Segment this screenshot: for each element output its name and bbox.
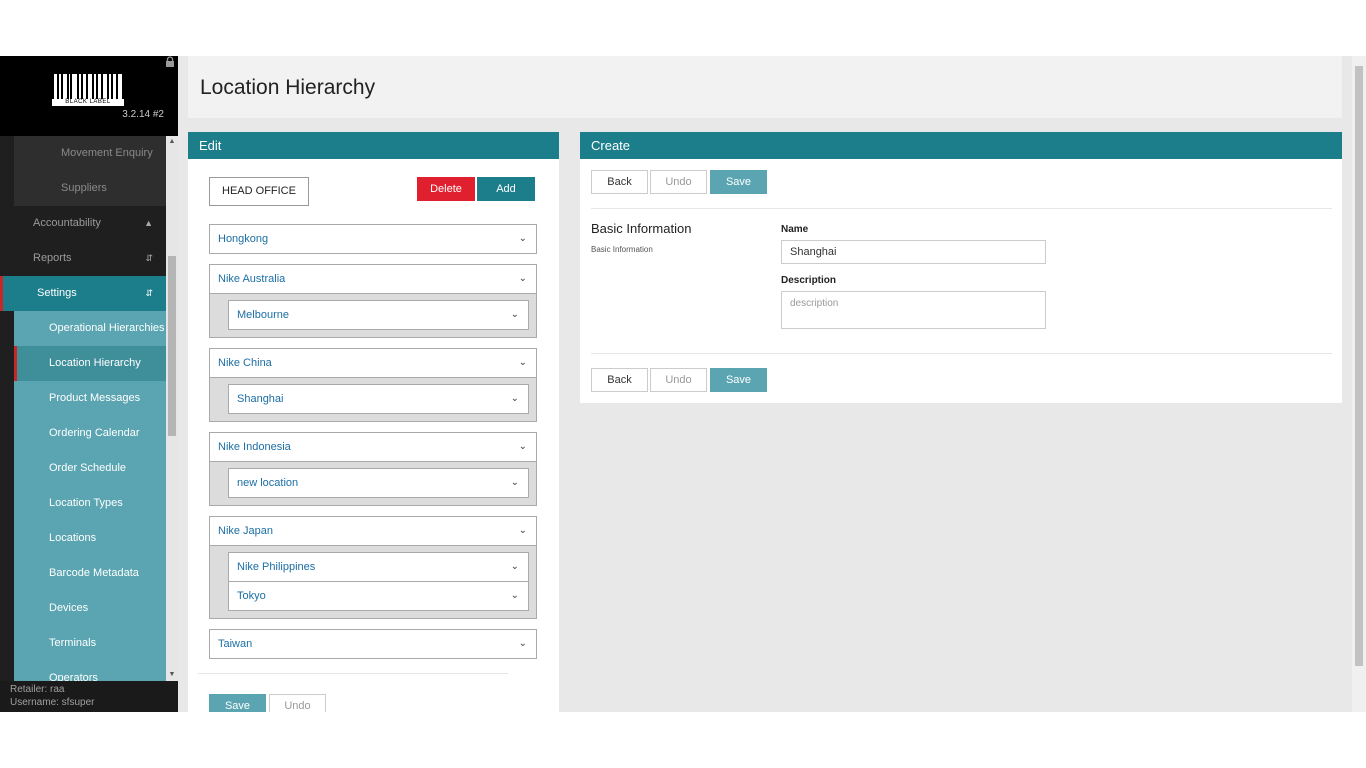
chevron-down-icon: ⌄	[518, 638, 527, 649]
main-content: Location Hierarchy Edit HEAD OFFICE Dele…	[178, 56, 1352, 712]
sidebar-item-barcode-metadata[interactable]: Barcode Metadata	[14, 556, 166, 591]
edit-undo-button[interactable]: Undo	[269, 694, 326, 712]
retailer-label: Retailer: raa	[10, 684, 65, 695]
node-label: Nike China	[218, 357, 272, 369]
node-nike-indonesia[interactable]: Nike Indonesia ⌄	[209, 432, 537, 462]
sidebar-item-ordering-calendar[interactable]: Ordering Calendar	[14, 416, 166, 451]
expand-collapse-icon: ⇵	[145, 288, 153, 298]
section-subtitle: Basic Information	[591, 245, 653, 254]
sidebar-item-accountability[interactable]: Accountability ▲	[0, 206, 166, 241]
node-label: Nike Indonesia	[218, 441, 291, 453]
expand-collapse-icon: ▲	[144, 218, 153, 228]
node-label: Hongkong	[218, 233, 269, 245]
node-nike-philippines[interactable]: Nike Philippines ⌄	[228, 552, 529, 582]
node-hongkong[interactable]: Hongkong ⌄	[209, 224, 537, 254]
sidebar-item-operators[interactable]: Operators	[14, 661, 166, 681]
sidebar: BLACK LABEL 3.2.14 #2 Movement Enquiry S…	[0, 56, 178, 712]
node-label: Nike Japan	[218, 525, 274, 537]
sidebar-item-label: Settings	[37, 287, 77, 299]
sidebar-item-devices[interactable]: Devices	[14, 591, 166, 626]
sidebar-item-locations[interactable]: Locations	[14, 521, 166, 556]
scroll-down-icon[interactable]: ▼	[166, 669, 178, 681]
chevron-down-icon: ⌄	[518, 357, 527, 368]
app-version: 3.2.14 #2	[122, 109, 164, 120]
description-field[interactable]: description	[781, 291, 1046, 329]
sidebar-scrollbar[interactable]: ▲ ▼	[166, 136, 178, 681]
edit-save-button[interactable]: Save	[209, 694, 266, 712]
chevron-down-icon: ⌄	[518, 525, 527, 536]
node-label: Taiwan	[218, 638, 253, 650]
back-button-bottom[interactable]: Back	[591, 368, 648, 392]
node-label: Nike Australia	[218, 273, 286, 285]
section-title: Basic Information	[591, 221, 692, 236]
chevron-down-icon: ⌄	[510, 477, 519, 488]
create-panel-header: Create	[580, 132, 1342, 159]
page-scrollbar[interactable]	[1352, 56, 1366, 712]
delete-button[interactable]: Delete	[417, 177, 475, 201]
sidebar-item-suppliers[interactable]: Suppliers	[14, 171, 166, 206]
sidebar-item-location-types[interactable]: Location Types	[14, 486, 166, 521]
sidebar-item-product-messages[interactable]: Product Messages	[14, 381, 166, 416]
app-window: BLACK LABEL 3.2.14 #2 Movement Enquiry S…	[0, 56, 1366, 712]
scrollbar-thumb[interactable]	[168, 256, 176, 436]
sidebar-nav: Movement Enquiry Suppliers Accountabilit…	[0, 136, 166, 681]
chevron-down-icon: ⌄	[510, 309, 519, 320]
page-header: Location Hierarchy	[188, 56, 1342, 118]
name-field[interactable]	[781, 240, 1046, 264]
sidebar-item-label: Accountability	[33, 217, 101, 229]
node-melbourne[interactable]: Melbourne ⌄	[228, 300, 529, 330]
sidebar-item-order-schedule[interactable]: Order Schedule	[14, 451, 166, 486]
logo-area: BLACK LABEL 3.2.14 #2	[0, 56, 178, 136]
save-button[interactable]: Save	[710, 170, 767, 194]
node-label: new location	[237, 477, 299, 489]
node-label: Shanghai	[237, 393, 284, 405]
node-shanghai[interactable]: Shanghai ⌄	[228, 384, 529, 414]
chevron-down-icon: ⌄	[510, 561, 519, 572]
description-label: Description	[781, 275, 837, 286]
sidebar-item-operational-hierarchies[interactable]: Operational Hierarchies	[14, 311, 166, 346]
chevron-down-icon: ⌄	[518, 273, 527, 284]
back-button[interactable]: Back	[591, 170, 648, 194]
username-label: Username: sfsuper	[10, 697, 95, 708]
chevron-down-icon: ⌄	[518, 441, 527, 452]
node-tokyo[interactable]: Tokyo ⌄	[228, 581, 529, 611]
node-label: Tokyo	[237, 590, 266, 602]
node-nike-china[interactable]: Nike China ⌄	[209, 348, 537, 378]
expand-collapse-icon: ⇵	[145, 253, 153, 263]
node-nike-japan[interactable]: Nike Japan ⌄	[209, 516, 537, 546]
logo-text: BLACK LABEL	[52, 99, 124, 106]
sidebar-item-location-hierarchy[interactable]: Location Hierarchy	[14, 346, 166, 381]
node-label: Nike Philippines	[237, 561, 316, 573]
node-new-location[interactable]: new location ⌄	[228, 468, 529, 498]
scroll-up-icon[interactable]: ▲	[166, 136, 178, 148]
node-taiwan[interactable]: Taiwan ⌄	[209, 629, 537, 659]
sidebar-item-settings[interactable]: Settings ⇵	[0, 276, 166, 311]
undo-button[interactable]: Undo	[650, 170, 707, 194]
head-office-node[interactable]: HEAD OFFICE	[209, 177, 309, 206]
divider	[591, 353, 1332, 354]
name-label: Name	[781, 224, 809, 235]
add-button[interactable]: Add	[477, 177, 535, 201]
chevron-down-icon: ⌄	[518, 233, 527, 244]
create-panel: Create Back Undo Save Basic Information …	[580, 132, 1342, 403]
save-button-bottom[interactable]: Save	[710, 368, 767, 392]
user-info: Retailer: raa Username: sfsuper	[0, 681, 178, 712]
sidebar-item-reports[interactable]: Reports ⇵	[0, 241, 166, 276]
divider	[198, 673, 508, 674]
node-label: Melbourne	[237, 309, 289, 321]
undo-button-bottom[interactable]: Undo	[650, 368, 707, 392]
chevron-down-icon: ⌄	[510, 393, 519, 404]
lock-icon[interactable]	[164, 56, 176, 68]
sidebar-item-label: Reports	[33, 252, 72, 264]
edit-panel: Edit HEAD OFFICE Delete Add Hongkong ⌄ Ni…	[188, 132, 559, 712]
sidebar-item-movement-enquiry[interactable]: Movement Enquiry	[14, 136, 166, 171]
edit-panel-header: Edit	[188, 132, 559, 159]
scrollbar-thumb[interactable]	[1355, 66, 1363, 666]
divider	[591, 208, 1332, 209]
sidebar-item-terminals[interactable]: Terminals	[14, 626, 166, 661]
node-nike-australia[interactable]: Nike Australia ⌄	[209, 264, 537, 294]
page-title: Location Hierarchy	[200, 76, 376, 99]
chevron-down-icon: ⌄	[510, 590, 519, 601]
